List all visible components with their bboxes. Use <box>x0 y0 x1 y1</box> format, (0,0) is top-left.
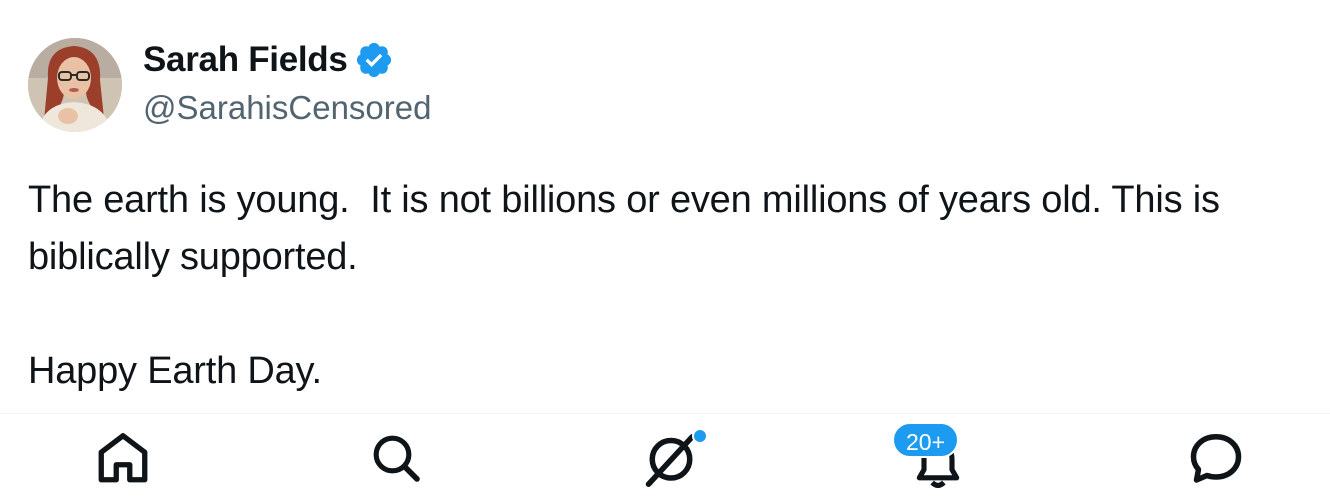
avatar[interactable] <box>28 38 122 132</box>
home-icon <box>98 432 148 482</box>
notification-count-badge: 20+ <box>892 422 960 458</box>
author-display-name[interactable]: Sarah Fields <box>143 40 348 80</box>
search-icon <box>373 435 420 482</box>
nav-messages[interactable] <box>1161 414 1271 501</box>
message-icon <box>1190 433 1242 483</box>
nav-home[interactable] <box>68 414 178 501</box>
nav-grok[interactable] <box>616 414 726 501</box>
avatar-image <box>28 38 122 132</box>
grok-notification-dot <box>692 428 708 444</box>
author-name-row: Sarah Fields <box>143 40 394 80</box>
nav-notifications[interactable]: 20+ <box>883 414 993 501</box>
author-handle[interactable]: @SarahisCensored <box>143 89 431 127</box>
bottom-navigation: 20+ <box>0 413 1330 500</box>
verified-badge-icon[interactable] <box>354 40 394 80</box>
tweet: Sarah Fields @SarahisCensored The earth … <box>0 0 1330 413</box>
post-text: The earth is young. It is not billions o… <box>28 179 1220 392</box>
nav-search[interactable] <box>341 414 451 501</box>
